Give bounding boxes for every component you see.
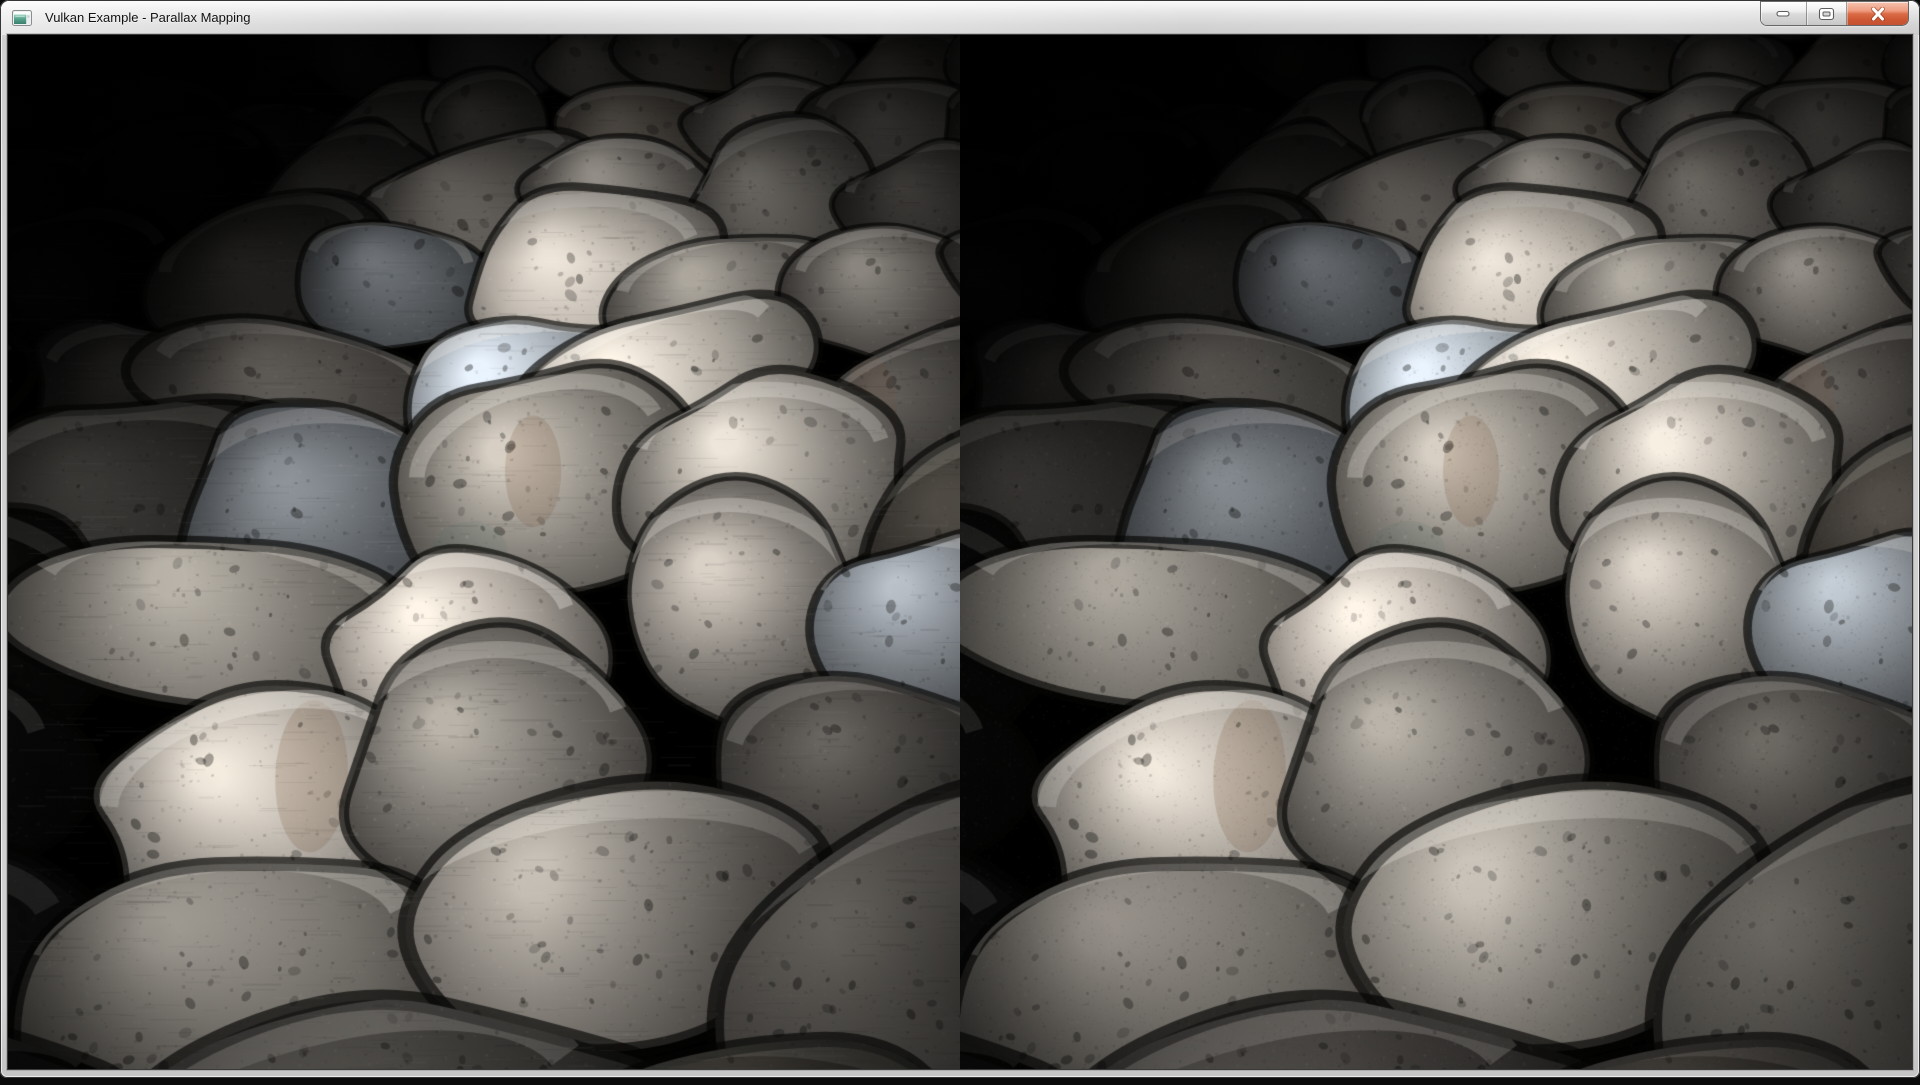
close-icon (1869, 7, 1887, 21)
caption-button-group (1761, 2, 1908, 25)
viewport-right[interactable] (960, 35, 1912, 1069)
window-title: Vulkan Example - Parallax Mapping (45, 10, 250, 26)
close-button[interactable] (1847, 2, 1908, 25)
minimize-icon (1776, 10, 1791, 18)
render-area (8, 35, 1912, 1069)
app-window: Vulkan Example - Parallax Mapping (0, 0, 1920, 1078)
minimize-button[interactable] (1761, 2, 1807, 25)
maximize-button[interactable] (1807, 2, 1847, 25)
viewport-left[interactable] (8, 35, 960, 1069)
maximize-icon (1818, 7, 1835, 21)
app-icon (12, 10, 32, 26)
titlebar[interactable]: Vulkan Example - Parallax Mapping (1, 1, 1919, 35)
